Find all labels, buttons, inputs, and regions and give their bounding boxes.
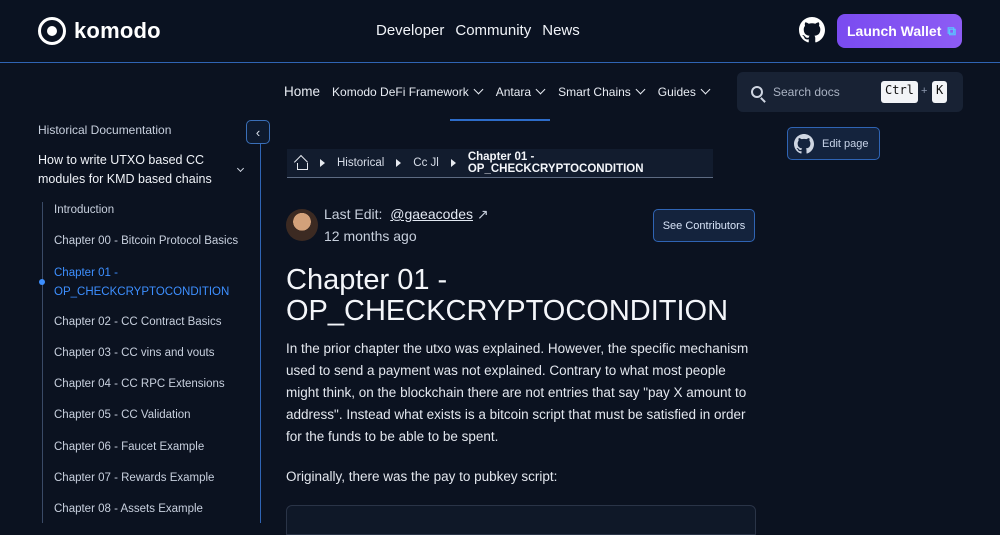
shortcut-key-k: K <box>932 81 948 103</box>
active-item-dot <box>39 279 45 285</box>
top-navbar: komodo Developer Community News Launch W… <box>0 0 1000 63</box>
caret-right-icon <box>450 159 456 167</box>
last-edit-label: Last Edit: <box>324 206 383 222</box>
komodo-logo-icon <box>38 17 66 45</box>
body-paragraph: Originally, there was the pay to pubkey … <box>286 469 558 484</box>
subnav-home[interactable]: Home <box>284 84 320 99</box>
see-contributors-button[interactable]: See Contributors <box>653 209 755 242</box>
launch-wallet-label: Launch Wallet <box>847 23 942 39</box>
breadcrumb: Historical Cc Jl Chapter 01 - OP_CHECKCR… <box>287 149 713 178</box>
shortcut-plus: + <box>921 85 928 97</box>
sidebar-item[interactable]: Chapter 05 - CC Validation <box>54 409 191 421</box>
logo-text: komodo <box>74 18 161 43</box>
caret-right-icon <box>396 159 402 167</box>
external-arrow-icon: ↗ <box>476 206 489 222</box>
collapse-sidebar-button[interactable]: ‹ <box>246 120 270 144</box>
search-icon <box>751 86 763 98</box>
code-block <box>286 505 756 535</box>
external-link-icon: ⧉ <box>947 23 956 38</box>
search-placeholder: Search docs <box>773 85 840 99</box>
chevron-down-icon <box>473 84 484 95</box>
sidebar-group-utxo-cc[interactable]: How to write UTXO based CC modules for K… <box>38 151 228 189</box>
sidebar-item[interactable]: Chapter 07 - Rewards Example <box>54 472 214 484</box>
breadcrumb-historical[interactable]: Historical <box>337 157 384 169</box>
subnav-komodo-defi-framework[interactable]: Komodo DeFi Framework <box>332 84 484 99</box>
subnav-label: Smart Chains <box>558 84 631 99</box>
subnav-label: Komodo DeFi Framework <box>332 84 469 99</box>
chevron-left-icon: ‹ <box>255 124 261 140</box>
edit-page-button[interactable]: Edit page <box>787 127 880 160</box>
subnav-guides[interactable]: Guides <box>657 84 711 99</box>
main-nav: Developer Community News <box>376 22 580 39</box>
edit-page-label: Edit page <box>822 137 869 150</box>
sidebar-item[interactable]: Chapter 06 - Faucet Example <box>54 441 204 453</box>
github-icon[interactable] <box>799 17 825 43</box>
subnav-antara[interactable]: Antara <box>495 84 546 99</box>
last-edit-time: 12 months ago <box>324 228 417 244</box>
caret-right-icon <box>319 159 325 167</box>
sidebar-item[interactable]: Chapter 08 - Assets Example <box>54 503 203 515</box>
github-icon <box>794 133 814 154</box>
sidebar-tree-line <box>42 202 43 523</box>
sidebar-item[interactable]: Introduction <box>54 204 114 216</box>
see-contributors-label: See Contributors <box>662 219 746 232</box>
avatar <box>286 209 318 241</box>
sidebar-divider <box>260 120 261 523</box>
chevron-down-icon[interactable] <box>236 164 245 173</box>
nav-developer[interactable]: Developer <box>376 22 444 39</box>
search-box[interactable]: Search docs Ctrl + K <box>737 72 963 112</box>
sidebar-item[interactable]: Chapter 04 - CC RPC Extensions <box>54 378 225 390</box>
sidebar-item[interactable]: Chapter 02 - CC Contract Basics <box>54 316 221 328</box>
chevron-down-icon <box>635 84 646 95</box>
last-edit: Last Edit: @gaeacodes ↗ <box>324 206 489 223</box>
sidebar-item[interactable]: Chapter 03 - CC vins and vouts <box>54 347 214 359</box>
komodo-logo[interactable]: komodo <box>38 17 161 45</box>
home-icon[interactable] <box>295 157 308 170</box>
editor-link[interactable]: @gaeacodes <box>390 206 473 222</box>
sidebar-item[interactable]: Chapter 00 - Bitcoin Protocol Basics <box>54 235 238 247</box>
docs-nav: Home Komodo DeFi Framework Antara Smart … <box>284 84 723 99</box>
subnav-smart-chains[interactable]: Smart Chains <box>558 84 646 99</box>
page-title: Chapter 01 - OP_CHECKCRYPTOCONDITION <box>286 264 729 327</box>
sidebar-item-active[interactable]: Chapter 01 - OP_CHECKCRYPTOCONDITION <box>54 264 244 302</box>
chevron-down-icon <box>700 84 711 95</box>
body-paragraph: In the prior chapter the utxo was explai… <box>286 341 749 444</box>
sidebar-title[interactable]: Historical Documentation <box>38 123 171 137</box>
launch-wallet-button[interactable]: Launch Wallet ⧉ <box>837 14 962 48</box>
chevron-down-icon <box>535 84 546 95</box>
nav-news[interactable]: News <box>542 22 580 39</box>
breadcrumb-current: Chapter 01 - OP_CHECKCRYPTOCONDITION <box>467 151 644 175</box>
breadcrumb-cc-jl[interactable]: Cc Jl <box>413 157 439 169</box>
shortcut-key-ctrl: Ctrl <box>881 81 918 103</box>
subnav-label: Guides <box>657 84 696 99</box>
nav-community[interactable]: Community <box>455 22 531 39</box>
active-nav-indicator <box>450 119 550 121</box>
subnav-label: Antara <box>495 84 532 99</box>
